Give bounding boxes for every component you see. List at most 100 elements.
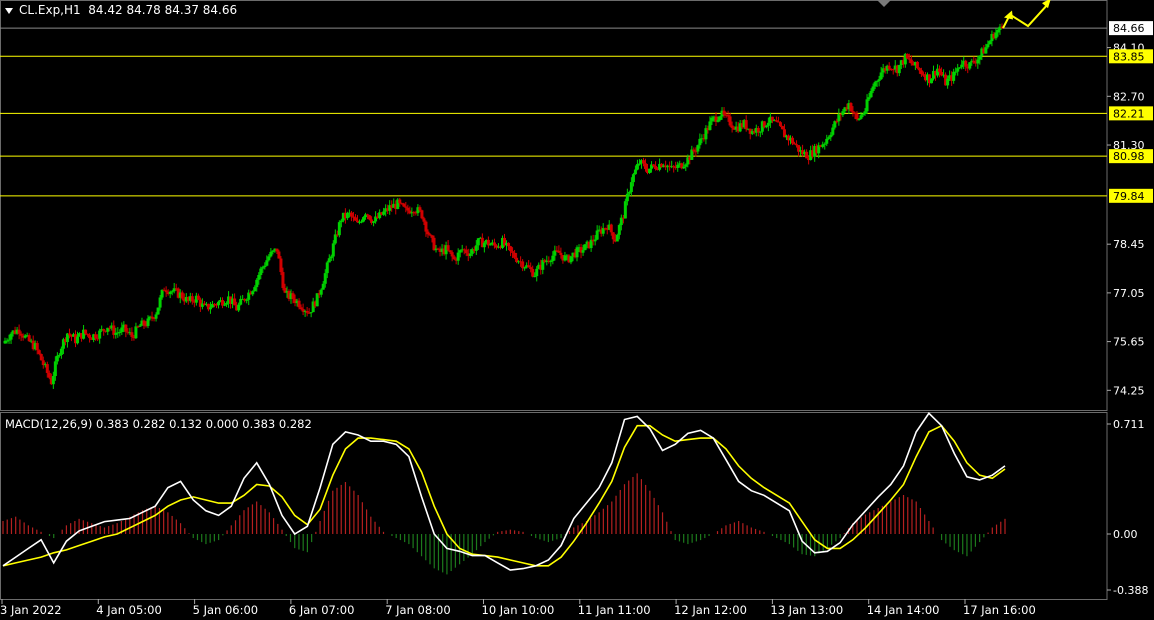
candle-body	[791, 137, 795, 144]
candle-body	[452, 256, 456, 260]
candle-body	[329, 256, 333, 259]
candle-body	[611, 232, 615, 240]
candle	[251, 290, 255, 297]
candle-body	[158, 297, 162, 308]
candle-body	[253, 287, 257, 292]
candle-body	[57, 354, 61, 356]
candle-body	[531, 269, 535, 277]
scroll-position-marker-icon[interactable]	[877, 0, 891, 7]
candle	[124, 324, 128, 338]
candle-body	[684, 164, 688, 167]
macd-tick-label-2: -0.388	[1113, 584, 1148, 597]
time-tick-label-1: 4 Jan 05:00	[96, 603, 162, 617]
candle-body	[39, 354, 43, 361]
candle	[994, 28, 998, 41]
candle-body	[146, 318, 150, 326]
candle	[9, 332, 13, 344]
candle	[309, 312, 313, 318]
candle-body	[299, 307, 303, 310]
candle-body	[102, 329, 106, 331]
macd-tick-label-0: 0.711	[1113, 418, 1145, 431]
candle-body	[233, 298, 237, 306]
candle	[23, 334, 27, 339]
candle-body	[521, 261, 525, 269]
macd-main-line	[2, 412, 1006, 571]
candle-body	[261, 267, 265, 269]
candle-body	[474, 245, 478, 251]
candle-body	[978, 55, 982, 60]
candle-body	[648, 168, 652, 173]
candle	[714, 112, 718, 126]
candle	[134, 322, 138, 339]
candle-body	[458, 250, 462, 253]
candle	[696, 144, 700, 155]
time-tick-label-0: 3 Jan 2022	[0, 603, 62, 617]
candle	[648, 168, 652, 174]
candle-body	[575, 247, 579, 258]
candle-body	[468, 253, 472, 256]
candle-body	[88, 334, 92, 339]
candle	[327, 254, 331, 263]
candle-body	[855, 113, 859, 120]
candle-body	[627, 191, 631, 194]
candle	[589, 235, 593, 252]
candle-body	[805, 151, 809, 159]
candle-body	[897, 65, 901, 74]
time-tick-label-10: 17 Jan 16:00	[963, 603, 1036, 617]
price-tick-label-6: 74.25	[1113, 384, 1145, 397]
candle-body	[59, 348, 63, 355]
candle	[305, 306, 309, 317]
candle-body	[905, 53, 909, 59]
candle-body	[55, 355, 59, 362]
price-level-label-2: 80.98	[1113, 150, 1145, 163]
candle-body	[909, 59, 913, 64]
candle-body	[259, 268, 263, 276]
candle-body	[533, 276, 537, 278]
main-chart-title: CL.Exp,H1 84.42 84.78 84.37 84.66	[19, 3, 238, 17]
candle-body	[321, 283, 325, 290]
candle-body	[160, 289, 164, 298]
candle	[776, 116, 780, 123]
candle-body	[879, 72, 883, 80]
candle-body	[27, 335, 31, 342]
candle	[998, 23, 1002, 35]
candle-body	[424, 221, 428, 232]
price-level-label-1: 82.21	[1113, 107, 1145, 120]
candle-body	[778, 122, 782, 127]
candle-body	[323, 273, 327, 284]
candle-body	[315, 293, 319, 307]
candle-body	[482, 242, 486, 248]
candle-body	[672, 166, 676, 168]
candle-body	[716, 119, 720, 122]
candle-body	[35, 343, 39, 351]
candle-body	[67, 333, 71, 336]
candle-body	[362, 217, 366, 222]
candle-body	[251, 291, 255, 295]
candle-body	[164, 290, 168, 293]
candle-body	[422, 218, 426, 222]
candle-body	[593, 239, 597, 242]
candle-body	[98, 330, 102, 339]
time-tick-label-5: 10 Jan 10:00	[482, 603, 555, 617]
candle-body	[430, 235, 434, 238]
candle-body	[643, 163, 647, 169]
candle-body	[432, 237, 436, 251]
candle-body	[821, 144, 825, 147]
candle	[897, 64, 901, 77]
candle-body	[368, 215, 372, 220]
candle	[208, 301, 212, 314]
candle-body	[53, 361, 57, 377]
candle-body	[698, 138, 702, 146]
candle	[196, 293, 200, 301]
candle-body	[86, 333, 90, 335]
candle-body	[331, 243, 335, 257]
candle-body	[615, 234, 619, 242]
candle-body	[938, 68, 942, 73]
candle-body	[996, 29, 1000, 33]
candle-body	[682, 166, 686, 169]
candle-body	[17, 329, 21, 334]
candle-body	[710, 117, 714, 122]
candle-body	[297, 300, 301, 308]
chart-menu-triangle-icon[interactable]	[5, 8, 13, 14]
candle-body	[84, 329, 88, 334]
